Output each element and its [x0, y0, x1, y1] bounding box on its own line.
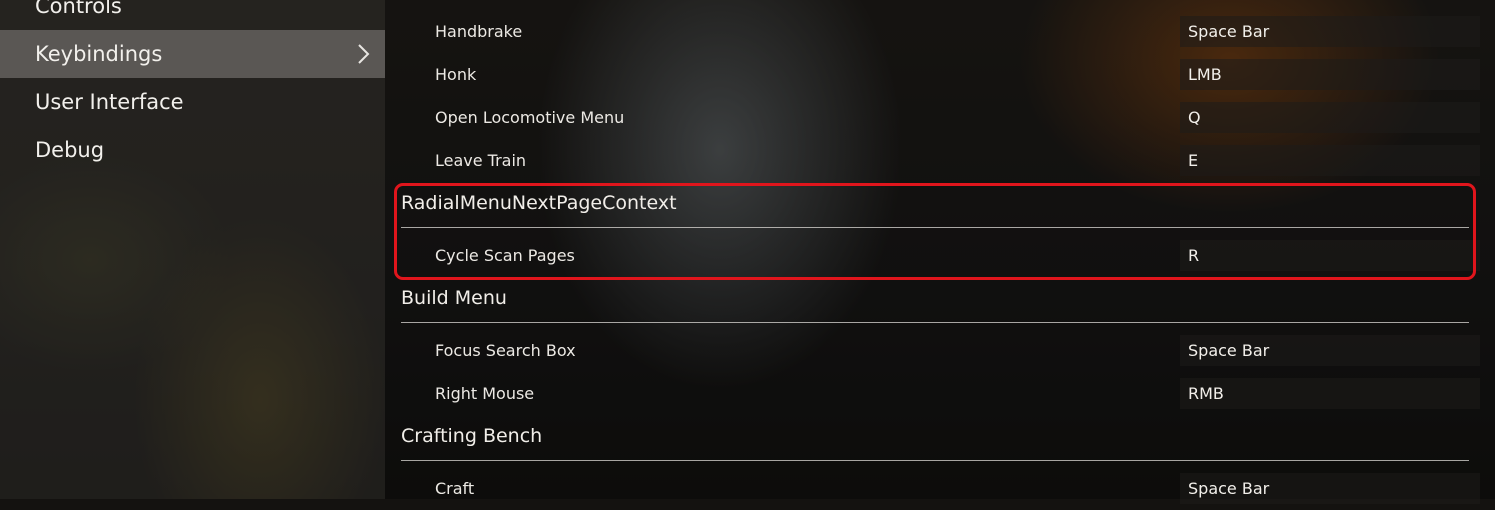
sidebar-item-label: User Interface — [35, 90, 184, 114]
keybinding-key-button[interactable]: Space Bar — [1180, 335, 1480, 366]
keybinding-key-button[interactable]: E — [1180, 145, 1480, 176]
sidebar-item-label: Keybindings — [35, 42, 163, 66]
section-title: Crafting Bench — [401, 425, 543, 447]
keybinding-row: Leave Train E — [385, 139, 1480, 182]
keybinding-key-button[interactable]: Space Bar — [1180, 473, 1480, 504]
sidebar-item-user-interface[interactable]: User Interface — [0, 78, 385, 126]
keybinding-row: Open Locomotive Menu Q — [385, 96, 1480, 139]
keybinding-row: Handbrake Space Bar — [385, 10, 1480, 53]
keybinding-key-button[interactable]: Q — [1180, 102, 1480, 133]
keybinding-action-label: Leave Train — [435, 151, 527, 170]
keybinding-row: Craft Space Bar — [385, 467, 1480, 510]
section-title: Build Menu — [401, 287, 507, 309]
keybinding-action-label: Right Mouse — [435, 384, 535, 403]
keybinding-row: Honk LMB — [385, 53, 1480, 96]
keybinding-row: Focus Search Box Space Bar — [385, 329, 1480, 372]
keybinding-key-button[interactable]: Space Bar — [1180, 16, 1480, 47]
section-header-build-menu: Build Menu — [401, 276, 1469, 323]
sidebar-item-debug[interactable]: Debug — [0, 126, 385, 174]
keybinding-action-label: Honk — [435, 65, 477, 84]
keybinding-action-label: Handbrake — [435, 22, 523, 41]
keybinding-row: Right Mouse RMB — [385, 372, 1480, 415]
settings-sidebar: Controls Keybindings User Interface Debu… — [0, 0, 385, 499]
sidebar-item-controls[interactable]: Controls — [0, 0, 385, 30]
section-header-crafting-bench: Crafting Bench — [401, 414, 1469, 461]
highlight-annotation-box — [394, 183, 1476, 280]
keybinding-action-label: Open Locomotive Menu — [435, 108, 625, 127]
keybinding-action-label: Focus Search Box — [435, 341, 576, 360]
sidebar-item-label: Debug — [35, 138, 105, 162]
keybinding-key-button[interactable]: LMB — [1180, 59, 1480, 90]
keybinding-action-label: Craft — [435, 479, 475, 498]
sidebar-item-keybindings[interactable]: Keybindings — [0, 30, 385, 78]
sidebar-item-label: Controls — [35, 0, 122, 18]
keybinding-key-button[interactable]: RMB — [1180, 378, 1480, 409]
